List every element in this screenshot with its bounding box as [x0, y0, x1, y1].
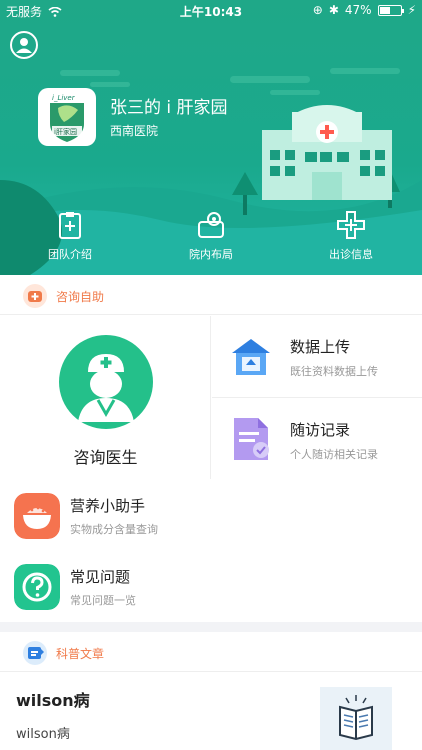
- header-banner: 无服务 上午10:43 ⊕ ✱ 47% ⚡ i_Liver i肝家园 张三的 i…: [0, 0, 422, 275]
- consult-doctor-label: 咨询医生: [73, 448, 138, 467]
- map-pin-icon: [198, 212, 224, 238]
- battery-percent: 47%: [344, 3, 372, 17]
- article-summary: wilson病: [16, 727, 70, 742]
- status-bar: 无服务 上午10:43 ⊕ ✱ 47% ⚡: [0, 0, 422, 22]
- medical-cross-icon: [337, 211, 365, 239]
- row-title: 常见问题: [70, 568, 131, 586]
- battery-icon: [377, 4, 404, 16]
- quick-label: 出诊信息: [329, 248, 373, 261]
- section-divider: [0, 622, 422, 632]
- article-thumbnail: [320, 687, 392, 750]
- data-upload-card[interactable]: 数据上传 既往资料数据上传: [212, 316, 422, 398]
- charging-icon: ⚡: [407, 3, 416, 17]
- consult-doctor-card[interactable]: 咨询医生: [0, 316, 211, 481]
- section-title: 科普文章: [56, 647, 105, 661]
- followup-subtitle: 个人随访相关记录: [290, 448, 378, 461]
- faq-row[interactable]: 常见问题 常见问题一览: [0, 550, 422, 622]
- user-icon: [16, 38, 32, 53]
- food-bowl-icon: [14, 493, 60, 539]
- bluetooth-icon: ✱: [328, 3, 339, 17]
- book-icon: [339, 695, 373, 741]
- quick-label: 团队介绍: [48, 248, 92, 261]
- followup-title: 随访记录: [290, 421, 351, 439]
- quick-hospital-layout[interactable]: 院内布局: [166, 210, 256, 262]
- quick-clinic-info[interactable]: 出诊信息: [306, 210, 396, 262]
- svg-text:i肝家园: i肝家园: [54, 127, 77, 136]
- clipboard-plus-icon: [59, 212, 81, 239]
- nutrition-assistant-row[interactable]: 营养小助手 实物成分含量查询: [0, 479, 422, 551]
- upload-title: 数据上传: [290, 338, 351, 356]
- section-header-science: 科普文章: [0, 632, 422, 672]
- quick-label: 院内布局: [189, 248, 233, 261]
- upload-icon: [232, 339, 270, 375]
- section-header-consult: 咨询自助: [0, 275, 422, 315]
- home-title: 张三的 i 肝家园: [110, 98, 228, 118]
- profile-button[interactable]: [10, 31, 38, 59]
- quick-team-intro[interactable]: 团队介绍: [25, 210, 115, 262]
- lock-rotation-icon: ⊕: [312, 3, 323, 17]
- row-title: 营养小助手: [70, 497, 146, 515]
- app-logo: i_Liver i肝家园: [38, 88, 96, 146]
- article-icon: [23, 641, 47, 665]
- svg-text:i_Liver: i_Liver: [52, 94, 76, 102]
- upload-subtitle: 既往资料数据上传: [290, 365, 378, 378]
- question-icon: [14, 564, 60, 610]
- consult-grid: 咨询医生 数据上传 既往资料数据上传 随访记录 个人随访相关记录: [0, 316, 422, 481]
- row-subtitle: 常见问题一览: [70, 594, 136, 607]
- hospital-name: 西南医院: [110, 124, 159, 138]
- article-item[interactable]: wilson病 wilson病: [0, 673, 422, 750]
- section-title: 咨询自助: [56, 290, 105, 304]
- row-subtitle: 实物成分含量查询: [70, 523, 158, 536]
- doctor-icon: [59, 335, 153, 429]
- document-check-icon: [234, 418, 269, 460]
- chat-bubble-icon: [23, 284, 47, 308]
- article-title: wilson病: [16, 691, 90, 710]
- followup-record-card[interactable]: 随访记录 个人随访相关记录: [212, 399, 422, 481]
